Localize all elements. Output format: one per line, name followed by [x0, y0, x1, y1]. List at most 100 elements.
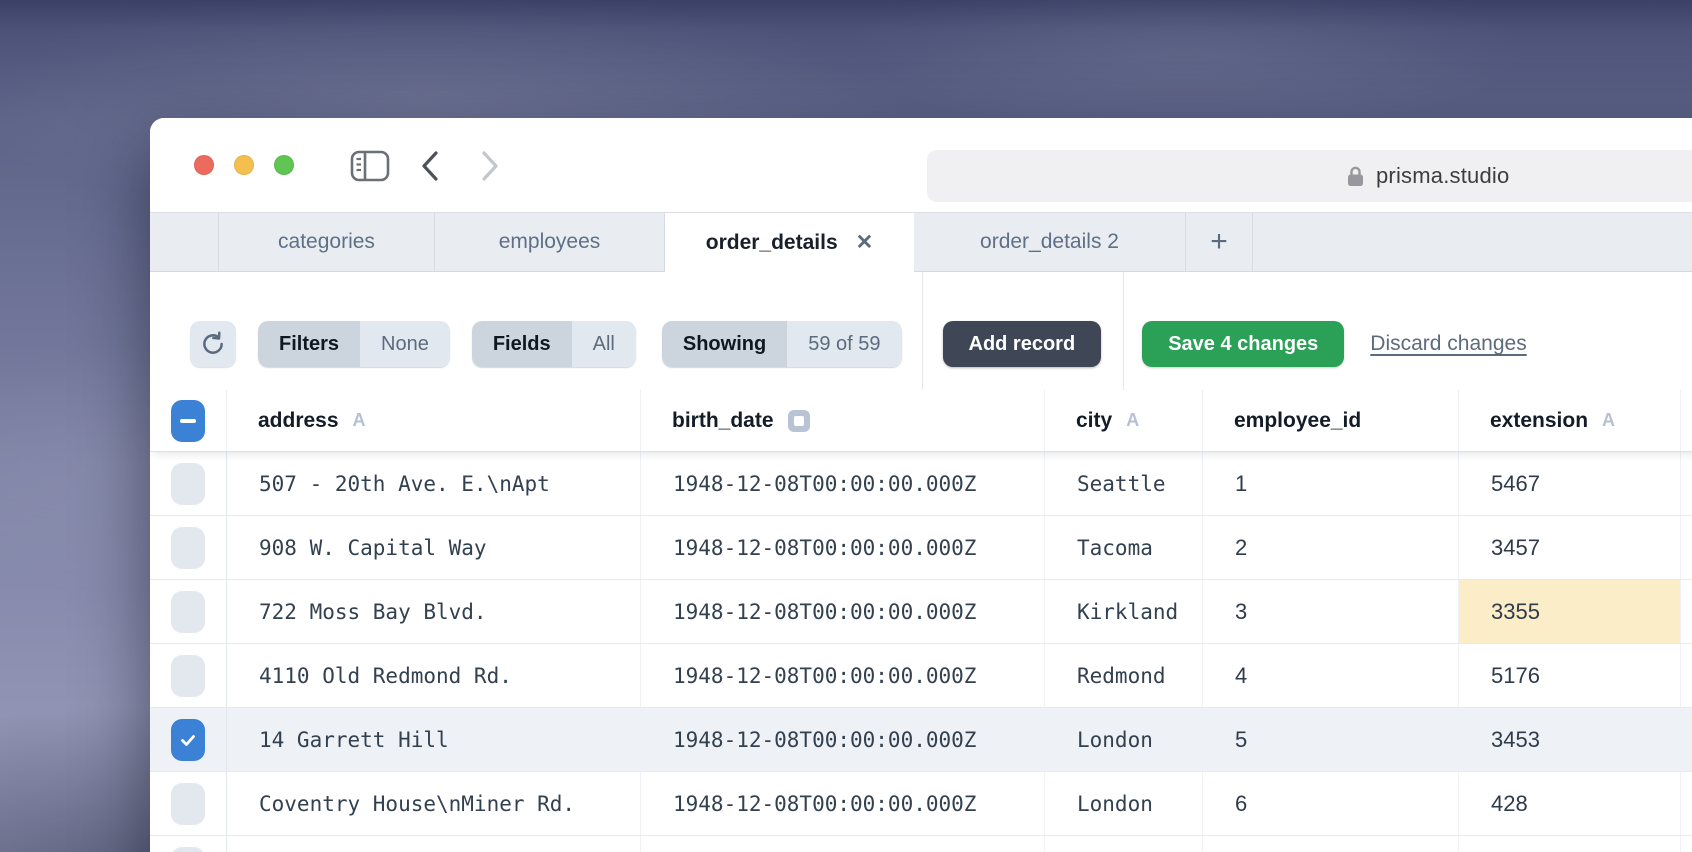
- discard-changes-link[interactable]: Discard changes: [1370, 332, 1526, 356]
- cell-city[interactable]: [1045, 836, 1203, 852]
- row-checkbox[interactable]: [171, 847, 205, 852]
- row-checkbox[interactable]: [171, 463, 205, 505]
- row-checkbox[interactable]: [171, 527, 205, 569]
- save-changes-button[interactable]: Save 4 changes: [1142, 321, 1344, 367]
- cell-address[interactable]: Coventry House\nMiner Rd.: [227, 772, 641, 835]
- tab-label: order_details 2: [980, 230, 1119, 254]
- cell-city[interactable]: Seattle: [1045, 452, 1203, 515]
- filters-control[interactable]: Filters None: [258, 321, 450, 367]
- new-tab-button[interactable]: +: [1186, 213, 1253, 271]
- tab-employees[interactable]: employees: [435, 213, 665, 271]
- tab-bar-spacer: [150, 213, 219, 271]
- close-tab-icon[interactable]: ✕: [856, 232, 874, 253]
- showing-label: Showing: [662, 321, 787, 367]
- close-window-button[interactable]: [194, 155, 214, 175]
- cell-address[interactable]: 14 Garrett Hill: [227, 708, 641, 771]
- cell-extension[interactable]: [1459, 836, 1681, 852]
- column-header-address[interactable]: address A: [227, 390, 641, 451]
- row-checkbox[interactable]: [171, 783, 205, 825]
- chevron-left-icon: [418, 149, 442, 183]
- tab-order-details[interactable]: order_details ✕: [665, 213, 914, 272]
- cell-employee_id[interactable]: [1203, 836, 1459, 852]
- cell-extension[interactable]: 5176: [1459, 644, 1681, 707]
- column-header-city[interactable]: city A: [1045, 390, 1203, 451]
- add-record-button[interactable]: Add record: [943, 321, 1102, 367]
- cell-extension[interactable]: 428: [1459, 772, 1681, 835]
- column-header-birth_date[interactable]: birth_date: [641, 390, 1045, 451]
- cell-birth_date[interactable]: 1948-12-08T00:00:00.000Z: [641, 580, 1045, 643]
- column-header-filler: [1681, 390, 1692, 451]
- tab-categories[interactable]: categories: [219, 213, 435, 271]
- cell-birth_date[interactable]: 1948-12-08T00:00:00.000Z: [641, 644, 1045, 707]
- window-controls: [194, 155, 294, 175]
- refresh-icon: [200, 331, 226, 357]
- cell-extension[interactable]: 3453: [1459, 708, 1681, 771]
- cell-city[interactable]: London: [1045, 708, 1203, 771]
- fields-value: All: [572, 321, 636, 367]
- cell-birth_date[interactable]: [641, 836, 1045, 852]
- sidebar-toggle-button[interactable]: [348, 146, 392, 186]
- cell-address[interactable]: 507 - 20th Ave. E.\nApt: [227, 452, 641, 515]
- column-header-extension[interactable]: extensionA: [1459, 390, 1681, 451]
- row-checkbox-cell: [150, 644, 227, 707]
- cell-extension[interactable]: 3355: [1459, 580, 1681, 643]
- showing-control[interactable]: Showing 59 of 59: [662, 321, 902, 367]
- cell-birth_date[interactable]: 1948-12-08T00:00:00.000Z: [641, 772, 1045, 835]
- tab-bar-empty-space: [1253, 213, 1692, 271]
- table-body: 507 - 20th Ave. E.\nApt1948-12-08T00:00:…: [150, 452, 1692, 852]
- column-label: birth_date: [672, 409, 774, 433]
- zoom-window-button[interactable]: [274, 155, 294, 175]
- cell-employee_id[interactable]: 1: [1203, 452, 1459, 515]
- address-bar[interactable]: prisma.studio: [927, 150, 1692, 202]
- cell-employee_id[interactable]: 5: [1203, 708, 1459, 771]
- cell-employee_id[interactable]: 2: [1203, 516, 1459, 579]
- table-row: 722 Moss Bay Blvd.1948-12-08T00:00:00.00…: [150, 580, 1692, 644]
- column-label: city: [1076, 409, 1112, 433]
- cell-address[interactable]: 722 Moss Bay Blvd.: [227, 580, 641, 643]
- cell-birth_date[interactable]: 1948-12-08T00:00:00.000Z: [641, 452, 1045, 515]
- sort-letter-icon: A: [353, 410, 366, 431]
- row-checkbox-cell: [150, 836, 227, 852]
- cell-filler: [1681, 772, 1692, 835]
- cell-employee_id[interactable]: 6: [1203, 772, 1459, 835]
- table-row: Coventry House\nMiner Rd.1948-12-08T00:0…: [150, 772, 1692, 836]
- cell-birth_date[interactable]: 1948-12-08T00:00:00.000Z: [641, 708, 1045, 771]
- forward-button[interactable]: [468, 146, 512, 186]
- cell-extension[interactable]: 3457: [1459, 516, 1681, 579]
- cell-employee_id[interactable]: 4: [1203, 644, 1459, 707]
- cell-filler: [1681, 516, 1692, 579]
- table-row: 908 W. Capital Way1948-12-08T00:00:00.00…: [150, 516, 1692, 580]
- cell-address[interactable]: 908 W. Capital Way: [227, 516, 641, 579]
- cell-filler: [1681, 836, 1692, 852]
- cell-employee_id[interactable]: 3: [1203, 580, 1459, 643]
- cell-city[interactable]: London: [1045, 772, 1203, 835]
- refresh-button[interactable]: [190, 321, 236, 367]
- fields-label: Fields: [472, 321, 572, 367]
- table-row-partial: [150, 836, 1692, 852]
- select-all-checkbox[interactable]: [171, 400, 205, 442]
- cell-address[interactable]: 4110 Old Redmond Rd.: [227, 644, 641, 707]
- cell-address[interactable]: [227, 836, 641, 852]
- tab-order-details-2[interactable]: order_details 2: [914, 213, 1186, 271]
- row-checkbox[interactable]: [171, 591, 205, 633]
- filters-value: None: [360, 321, 450, 367]
- row-checkbox[interactable]: [171, 719, 205, 761]
- fields-control[interactable]: Fields All: [472, 321, 636, 367]
- cell-birth_date[interactable]: 1948-12-08T00:00:00.000Z: [641, 516, 1045, 579]
- table-header: address Abirth_date city Aemployee_id extens…: [150, 390, 1692, 452]
- toolbar: Filters None Fields All Showing 59 of 59…: [150, 272, 1692, 390]
- tab-label: employees: [499, 230, 601, 254]
- row-checkbox[interactable]: [171, 655, 205, 697]
- cell-city[interactable]: Redmond: [1045, 644, 1203, 707]
- column-label: address: [258, 409, 339, 433]
- cell-city[interactable]: Tacoma: [1045, 516, 1203, 579]
- back-button[interactable]: [408, 146, 452, 186]
- row-checkbox-cell: [150, 580, 227, 643]
- cell-extension[interactable]: 5467: [1459, 452, 1681, 515]
- minimize-window-button[interactable]: [234, 155, 254, 175]
- cell-filler: [1681, 452, 1692, 515]
- column-header-employee_id[interactable]: employee_id: [1203, 390, 1459, 451]
- sort-letter-icon: A: [1126, 410, 1139, 431]
- column-label: employee_id: [1234, 409, 1361, 433]
- cell-city[interactable]: Kirkland: [1045, 580, 1203, 643]
